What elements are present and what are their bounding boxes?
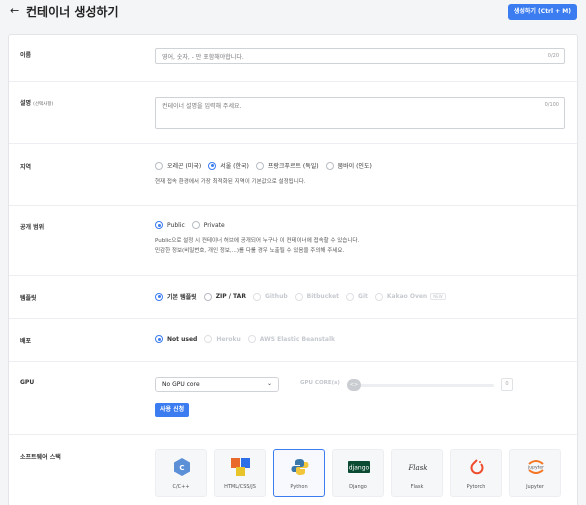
arrow-left-icon[interactable]: ← (10, 4, 19, 17)
template-label: 템플릿 (20, 295, 37, 302)
region-option-frankfurt[interactable]: 프랑크푸르트 (독일) (255, 161, 319, 170)
page-header: ← 컨테이너 생성하기 생성하기 (Ctrl + M) (0, 0, 586, 24)
django-icon: django (348, 457, 370, 477)
template-option-bitbucket[interactable]: Bitbucket (294, 292, 339, 301)
visibility-option-public[interactable]: Public (155, 221, 185, 229)
description-counter: 0/100 (544, 102, 559, 108)
gpu-slider-track[interactable] (354, 384, 494, 387)
visibility-options: Public Private (155, 221, 232, 229)
template-options: 기본 템플릿 ZIP / TAR Github Bitbucket Git Ka… (155, 292, 453, 301)
stack-tile-pytorch[interactable]: Pytorch (450, 449, 502, 497)
visibility-help-1: Public으로 설정 시 컨테이너 허브에 공개되어 누구나 이 컨테이너에 … (155, 238, 360, 244)
visibility-label: 공개 범위 (20, 224, 45, 231)
name-placeholder: 영어, 숫자, - 만 포함해야합니다. (162, 54, 244, 61)
description-label: 설명 (선택사항) (20, 100, 54, 107)
gpu-label: GPU (20, 379, 35, 386)
svg-text:Flask: Flask (407, 464, 427, 472)
page-title: 컨테이너 생성하기 (26, 5, 119, 19)
gpu-apply-button[interactable]: 사용 신청 (155, 403, 190, 417)
stack-tile-html[interactable]: HTML/CSS/JS (214, 449, 266, 497)
svg-text:C: C (179, 464, 184, 472)
jupyter-icon: jupyter (525, 457, 547, 477)
stack-tile-cpp[interactable]: C C/C++ (155, 449, 207, 497)
stack-row: 소프트웨어 스택 C C/C++ HTML/CSS/JS Python djan… (9, 435, 579, 505)
flask-icon: Flask (407, 457, 429, 477)
stack-tile-flask[interactable]: Flask Flask (391, 449, 443, 497)
region-option-oregon[interactable]: 오레곤 (미국) (155, 161, 201, 170)
new-badge: NEW (430, 293, 446, 300)
visibility-help-2: 민감한 정보(비밀번호, 개인 정보,...)를 다룰 경우 노출될 수 있음을… (155, 248, 345, 254)
name-counter: 0/20 (547, 53, 559, 59)
stack-tile-python[interactable]: Python (273, 449, 325, 497)
template-option-github[interactable]: Github (252, 292, 288, 301)
visibility-option-private[interactable]: Private (191, 221, 225, 229)
deploy-options: Not used Heroku AWS Elastic Beanstalk (155, 335, 342, 343)
template-option-default[interactable]: 기본 템플릿 (155, 292, 197, 301)
region-options: 오레곤 (미국) 서울 (한국) 프랑크푸르트 (독일) 뭄바이 (인도) (155, 161, 379, 170)
name-label: 이름 (20, 52, 32, 59)
gpu-slider-thumb[interactable]: <> (347, 379, 361, 391)
template-option-git[interactable]: Git (346, 292, 368, 301)
create-button[interactable]: 생성하기 (Ctrl + M) (507, 4, 577, 20)
create-container-form: 이름 영어, 숫자, - 만 포함해야합니다. 0/20 설명 (선택사항) 컨… (8, 34, 579, 505)
template-option-zip[interactable]: ZIP / TAR (203, 292, 246, 301)
region-label: 지역 (20, 164, 32, 171)
description-row: 설명 (선택사항) 컨테이너 설명을 입력해 주세요. 0/100 (9, 82, 579, 144)
gpu-select[interactable]: No GPU core ⌄ (155, 377, 279, 392)
region-row: 지역 오레곤 (미국) 서울 (한국) 프랑크푸르트 (독일) 뭄바이 (인도)… (9, 144, 579, 206)
gpu-row: GPU No GPU core ⌄ GPU CORE(s) <> 0 사용 신청 (9, 362, 579, 435)
svg-text:django: django (349, 465, 370, 472)
stack-label: 소프트웨어 스택 (20, 454, 61, 461)
deploy-label: 배포 (20, 338, 32, 345)
gpu-count-value[interactable]: 0 (501, 378, 513, 391)
stack-tiles: C C/C++ HTML/CSS/JS Python django Django… (155, 449, 568, 497)
name-row: 이름 영어, 숫자, - 만 포함해야합니다. 0/20 (9, 35, 579, 82)
description-input[interactable]: 컨테이너 설명을 입력해 주세요. 0/100 (155, 97, 565, 129)
deploy-option-not-used[interactable]: Not used (155, 335, 197, 343)
gpu-count-label: GPU CORE(s) (300, 380, 340, 386)
deploy-row: 배포 Not used Heroku AWS Elastic Beanstalk (9, 319, 579, 362)
svg-text:jupyter: jupyter (527, 465, 544, 471)
deploy-option-aws[interactable]: AWS Elastic Beanstalk (247, 335, 335, 343)
visibility-row: 공개 범위 Public Private Public으로 설정 시 컨테이너 … (9, 206, 579, 276)
stack-tile-jupyter[interactable]: jupyter Jupyter (509, 449, 561, 497)
template-row: 템플릿 기본 템플릿 ZIP / TAR Github Bitbucket Gi… (9, 276, 579, 319)
chevron-down-icon: ⌄ (266, 380, 272, 387)
cpp-icon: C (171, 457, 193, 477)
region-option-seoul[interactable]: 서울 (한국) (208, 161, 249, 170)
pytorch-icon (466, 457, 488, 477)
stack-tile-django[interactable]: django Django (332, 449, 384, 497)
template-option-kakao-oven[interactable]: Kakao Oven NEW (374, 292, 446, 301)
region-help: 현재 접속 환경에서 가장 최적화된 지역이 기본값으로 설정됩니다. (155, 179, 306, 185)
region-option-mumbai[interactable]: 뭄바이 (인도) (325, 161, 372, 170)
python-icon (289, 457, 311, 477)
deploy-option-heroku[interactable]: Heroku (204, 335, 241, 343)
description-placeholder: 컨테이너 설명을 입력해 주세요. (162, 103, 242, 110)
name-input[interactable]: 영어, 숫자, - 만 포함해야합니다. 0/20 (155, 48, 565, 64)
html-css-js-icon (230, 457, 252, 477)
